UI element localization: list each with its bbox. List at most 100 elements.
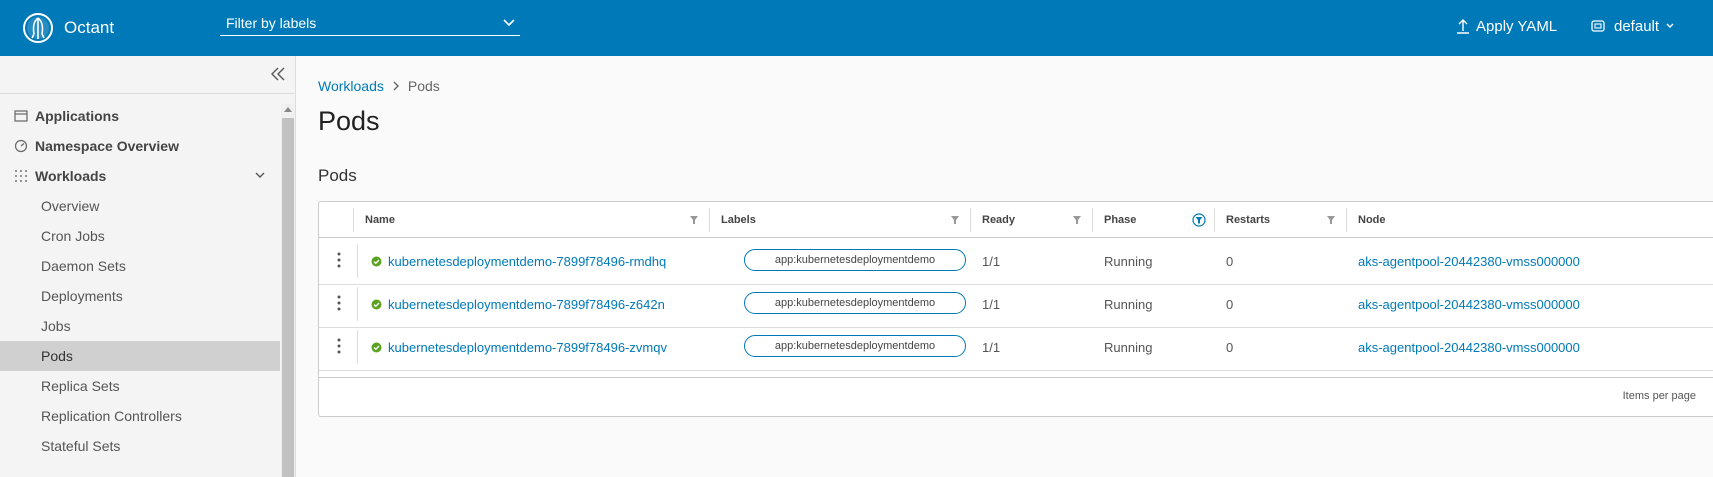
row-separator — [357, 287, 358, 321]
pod-name: kubernetesdeploymentdemo-7899f78496-rmdh… — [388, 254, 667, 269]
column-header-label: Node — [1358, 214, 1386, 226]
phase-cell: Running — [1104, 340, 1153, 355]
sidebar-divider — [0, 93, 295, 94]
ready-cell: 1/1 — [982, 340, 1001, 355]
pod-name-link[interactable]: kubernetesdeploymentdemo-7899f78496-z642… — [371, 281, 665, 328]
column-header-label: Phase — [1104, 214, 1137, 226]
sidebar-item-replication-controllers[interactable]: Replication Controllers — [0, 401, 280, 431]
chevron-down-icon — [1666, 23, 1674, 28]
sidebar-nav: Applications Namespace Overview Workload… — [0, 101, 280, 461]
column-header-label: Name — [365, 214, 395, 226]
column-header-labels[interactable]: Labels — [710, 202, 970, 238]
pod-name-link[interactable]: kubernetesdeploymentdemo-7899f78496-rmdh… — [371, 238, 666, 285]
chevron-down-icon[interactable] — [254, 170, 266, 180]
apply-yaml-button[interactable]: Apply YAML — [1456, 14, 1557, 38]
status-ok-icon — [371, 256, 382, 267]
window-icon — [14, 109, 28, 123]
sidebar-item-daemon-sets[interactable]: Daemon Sets — [0, 251, 280, 281]
row-separator — [357, 244, 358, 278]
app-name: Octant — [64, 18, 115, 37]
namespace-select[interactable]: default — [1590, 14, 1675, 38]
node-link[interactable]: aks-agentpool-20442380-vmss000000 — [1358, 238, 1580, 285]
node-link[interactable]: aks-agentpool-20442380-vmss000000 — [1358, 281, 1580, 328]
app-header: Octant Filter by labels Apply YAML defau… — [0, 0, 1713, 56]
sidebar: Applications Namespace Overview Workload… — [0, 56, 296, 477]
label-badge[interactable]: app:kubernetesdeploymentdemo — [744, 292, 966, 314]
ready-cell: 1/1 — [982, 254, 1001, 269]
sidebar-item-label: Namespace Overview — [35, 138, 179, 154]
label-badge[interactable]: app:kubernetesdeploymentdemo — [744, 335, 966, 357]
column-header-restarts[interactable]: Restarts — [1215, 202, 1346, 238]
pod-name: kubernetesdeploymentdemo-7899f78496-z642… — [388, 297, 665, 312]
namespace-label: default — [1614, 17, 1660, 35]
breadcrumb-current: Pods — [407, 78, 440, 94]
breadcrumb-workloads-link[interactable]: Workloads — [318, 78, 384, 94]
collapse-sidebar-icon[interactable] — [268, 64, 288, 84]
filter-icon[interactable] — [689, 215, 699, 225]
label-badge[interactable]: app:kubernetesdeploymentdemo — [744, 249, 966, 271]
breadcrumb: Workloads Pods — [318, 78, 440, 94]
ready-cell: 1/1 — [982, 297, 1001, 312]
sidebar-item-namespace-overview[interactable]: Namespace Overview — [0, 131, 280, 161]
sidebar-item-overview[interactable]: Overview — [0, 191, 280, 221]
chevron-down-icon — [503, 18, 515, 26]
table-header: Name Labels Ready Phase Restarts Node — [319, 202, 1713, 238]
column-header-label: Labels — [721, 214, 756, 226]
restarts-cell: 0 — [1226, 297, 1234, 312]
filter-active-icon[interactable] — [1192, 213, 1206, 227]
sidebar-item-label: Workloads — [35, 168, 107, 184]
node-link[interactable]: aks-agentpool-20442380-vmss000000 — [1358, 324, 1580, 371]
column-header-label: Restarts — [1226, 214, 1271, 226]
column-header-ready[interactable]: Ready — [971, 202, 1092, 238]
column-header-label: Ready — [982, 214, 1016, 226]
chevron-right-icon — [392, 80, 400, 92]
namespace-icon — [1591, 20, 1605, 32]
pods-table: Name Labels Ready Phase Restarts Node ku… — [318, 201, 1713, 417]
apply-yaml-label: Apply YAML — [1476, 17, 1558, 35]
status-ok-icon — [371, 342, 382, 353]
label-filter-placeholder: Filter by labels — [226, 14, 317, 31]
pod-name: kubernetesdeploymentdemo-7899f78496-zvmq… — [388, 340, 667, 355]
table-footer: Items per page — [319, 377, 1713, 417]
table-row: kubernetesdeploymentdemo-7899f78496-z642… — [319, 281, 1713, 328]
row-actions-icon[interactable] — [332, 250, 346, 270]
filter-icon[interactable] — [1326, 215, 1336, 225]
restarts-cell: 0 — [1226, 340, 1234, 355]
octant-logo-icon — [23, 13, 53, 43]
scroll-up-icon[interactable] — [284, 106, 292, 112]
column-header-name[interactable]: Name — [354, 202, 709, 238]
column-header-phase[interactable]: Phase — [1093, 202, 1214, 238]
grid-dots-icon — [14, 169, 28, 183]
items-per-page-label: Items per page — [1622, 390, 1696, 402]
sidebar-item-cron-jobs[interactable]: Cron Jobs — [0, 221, 280, 251]
sidebar-scrollbar[interactable] — [281, 104, 295, 477]
sidebar-item-pods[interactable]: Pods — [0, 341, 280, 371]
row-actions-icon[interactable] — [332, 336, 346, 356]
section-title: Pods — [318, 166, 357, 185]
restarts-cell: 0 — [1226, 254, 1234, 269]
sidebar-item-jobs[interactable]: Jobs — [0, 311, 280, 341]
main-content: Workloads Pods Pods Pods Name Labels Rea… — [297, 56, 1713, 477]
sidebar-item-applications[interactable]: Applications — [0, 101, 280, 131]
sidebar-item-label: Applications — [35, 108, 120, 124]
sidebar-item-deployments[interactable]: Deployments — [0, 281, 280, 311]
table-row: kubernetesdeploymentdemo-7899f78496-zvmq… — [319, 324, 1713, 371]
column-header-node[interactable]: Node — [1347, 202, 1713, 238]
label-filter-select[interactable]: Filter by labels — [220, 10, 520, 36]
brand[interactable]: Octant — [22, 10, 114, 46]
page-title: Pods — [318, 106, 380, 136]
status-ok-icon — [371, 299, 382, 310]
sidebar-item-replica-sets[interactable]: Replica Sets — [0, 371, 280, 401]
filter-icon[interactable] — [950, 215, 960, 225]
row-actions-icon[interactable] — [332, 293, 346, 313]
sidebar-item-workloads[interactable]: Workloads — [0, 161, 280, 191]
dashboard-icon — [14, 139, 28, 153]
phase-cell: Running — [1104, 254, 1153, 269]
table-row: kubernetesdeploymentdemo-7899f78496-rmdh… — [319, 238, 1713, 285]
sidebar-item-stateful-sets[interactable]: Stateful Sets — [0, 431, 280, 461]
scroll-thumb[interactable] — [282, 118, 294, 477]
phase-cell: Running — [1104, 297, 1153, 312]
pod-name-link[interactable]: kubernetesdeploymentdemo-7899f78496-zvmq… — [371, 324, 667, 371]
upload-icon — [1457, 19, 1469, 34]
filter-icon[interactable] — [1072, 215, 1082, 225]
